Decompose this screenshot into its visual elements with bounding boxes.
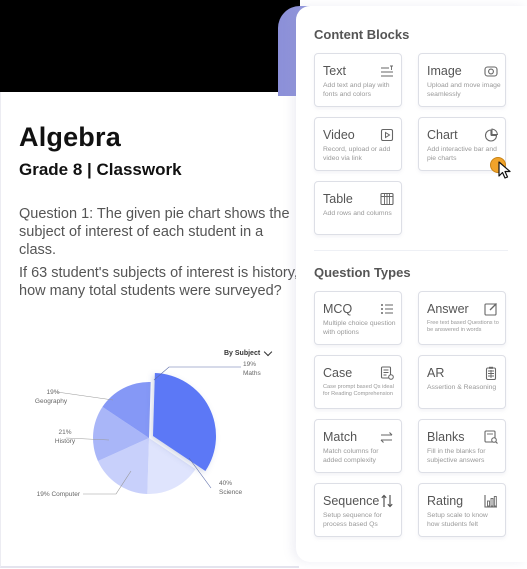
block-text[interactable]: Text Add text and play with fonts and col… <box>314 53 402 107</box>
slice-value-geography: 19% <box>46 389 59 396</box>
slice-label-maths: Maths <box>243 370 261 377</box>
block-name: Blanks <box>427 430 465 444</box>
slice-label-history: History <box>55 438 76 445</box>
block-name: Answer <box>427 302 469 316</box>
block-description: Record, upload or add video via link <box>323 146 391 162</box>
block-description: Setup sequence for process based Qs <box>323 512 382 528</box>
bar-chart-icon <box>484 495 497 508</box>
pie-chart: By Subject 40% Science 19% Computer 21% Hist… <box>1 340 299 520</box>
block-name: Chart <box>427 128 458 142</box>
block-sequence[interactable]: Sequence Setup sequence for process based… <box>314 483 402 537</box>
block-name: Video <box>323 128 355 142</box>
block-name: MCQ <box>323 302 353 316</box>
block-name: Text <box>323 64 346 78</box>
block-description: Free text based Questions to be answered… <box>427 320 499 334</box>
table-icon <box>380 192 394 206</box>
slice-label-computer: 19% Computer <box>37 491 81 498</box>
swap-arrows-icon <box>380 432 393 443</box>
document-check-icon <box>380 366 394 380</box>
slice-value-science: 40% <box>219 480 232 487</box>
question-types-title: Question Types <box>314 265 411 280</box>
slice-label-geography: Geography <box>35 398 68 405</box>
block-name: Case <box>323 366 353 380</box>
question-intro: Question 1: The given pie chart shows th… <box>19 206 290 258</box>
block-name: Match <box>323 430 358 444</box>
block-mcq[interactable]: MCQ Multiple choice question with options <box>314 291 402 345</box>
camera-icon <box>484 66 498 77</box>
clipboard-icon <box>485 366 497 380</box>
block-name: Table <box>323 192 353 206</box>
worksheet-card: Algebra Grade 8 | Classwork Question 1: … <box>0 92 299 568</box>
play-icon <box>380 128 394 142</box>
mouse-pointer-icon <box>498 161 511 179</box>
block-description: Setup scale to know how students felt <box>427 512 488 528</box>
edit-icon <box>484 303 497 316</box>
block-description: Case prompt based Qs ideal for Reading C… <box>323 384 394 398</box>
block-case[interactable]: Case Case prompt based Qs ideal for Readi… <box>314 355 402 409</box>
block-image[interactable]: Image Upload and move image seamlessly <box>418 53 506 107</box>
block-description: Fill in the blanks for subjective answer… <box>427 448 486 464</box>
block-description: Upload and move image seamlessly <box>427 82 501 98</box>
block-description: Multiple choice question with options <box>323 320 396 336</box>
document-search-icon <box>484 430 498 444</box>
pie-chart-svg: 40% Science 19% Computer 21% History 19% Geogr… <box>35 361 262 498</box>
content-blocks-title: Content Blocks <box>314 27 410 42</box>
pie-chart-icon <box>484 128 498 142</box>
block-description: Match columns for added complexity <box>323 448 379 464</box>
background-band <box>0 0 300 92</box>
block-video[interactable]: Video Record, upload or add video via lin… <box>314 117 402 171</box>
block-ar[interactable]: AR Assertion & Reasoning <box>418 355 506 409</box>
slice-label-science: Science <box>219 489 243 496</box>
block-match[interactable]: Match Match columns for added complexity <box>314 419 402 473</box>
block-table[interactable]: Table Add rows and columns <box>314 181 402 235</box>
block-name: Sequence <box>323 494 380 508</box>
block-name: AR <box>427 366 445 380</box>
block-answer[interactable]: Answer Free text based Questions to be an… <box>418 291 506 345</box>
section-divider <box>314 250 508 251</box>
question-prompt: If 63 student's subjects of interest is … <box>19 265 298 299</box>
list-icon <box>381 304 393 314</box>
blocks-panel: Content Blocks Text Add text and play wit… <box>296 6 527 562</box>
slice-value-history: 21% <box>58 429 71 436</box>
block-name: Image <box>427 64 462 78</box>
text-format-icon <box>381 65 393 77</box>
sort-arrows-icon <box>381 494 393 508</box>
block-description: Add rows and columns <box>323 210 392 217</box>
block-blanks[interactable]: Blanks Fill in the blanks for subjective … <box>418 419 506 473</box>
slice-value-maths: 19% <box>243 361 256 368</box>
block-description: Assertion & Reasoning <box>427 384 497 391</box>
block-name: Rating <box>427 494 464 508</box>
block-description: Add text and play with fonts and colors <box>323 82 390 98</box>
worksheet-subtitle: Grade 8 | Classwork <box>19 160 182 179</box>
worksheet-title: Algebra <box>19 122 121 152</box>
block-rating[interactable]: Rating Setup scale to know how students f… <box>418 483 506 537</box>
